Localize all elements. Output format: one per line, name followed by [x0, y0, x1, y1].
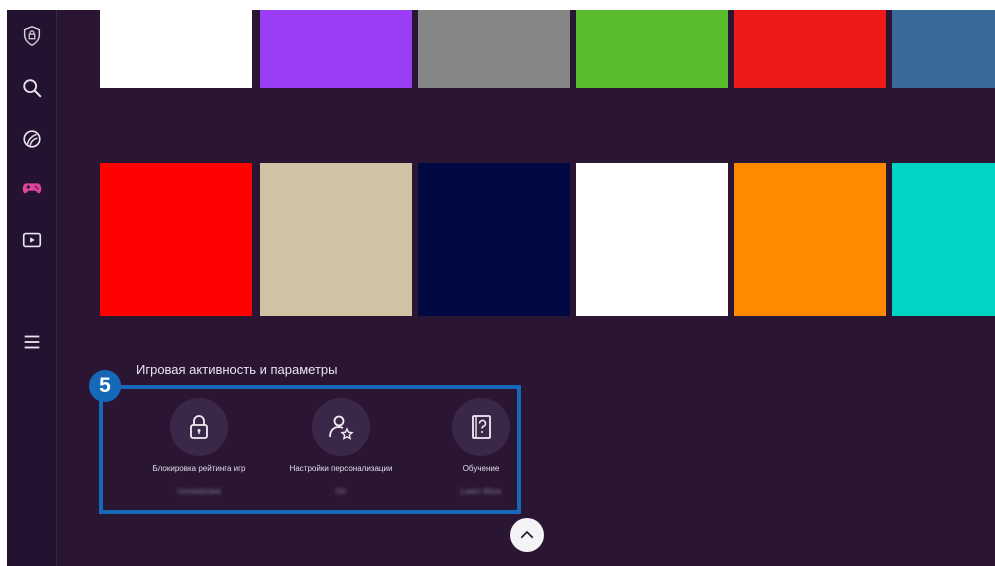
- game-tile[interactable]: [576, 10, 728, 88]
- game-tile[interactable]: [260, 163, 412, 316]
- lock-icon: [170, 398, 228, 456]
- setting-value: Unrestricted: [177, 487, 221, 496]
- game-tile[interactable]: [260, 10, 412, 88]
- setting-label: Обучение: [462, 464, 500, 473]
- section-title: Игровая активность и параметры: [136, 362, 338, 377]
- game-tile[interactable]: [576, 163, 728, 316]
- setting-tutorial[interactable]: Обучение Learn More: [406, 398, 556, 496]
- tv-screen: Игровая активность и параметры 5 Блокиро…: [7, 10, 995, 566]
- game-tile[interactable]: [892, 163, 995, 316]
- setting-game-rating-lock[interactable]: Блокировка рейтинга игр Unrestricted: [124, 398, 274, 496]
- game-tile[interactable]: [892, 10, 995, 88]
- media-icon[interactable]: [20, 228, 44, 252]
- chevron-up-icon: [520, 531, 534, 539]
- step-badge: 5: [89, 370, 121, 402]
- game-tile[interactable]: [734, 163, 886, 316]
- main-content: Игровая активность и параметры 5 Блокиро…: [57, 10, 995, 566]
- sidebar: [7, 10, 57, 566]
- scroll-up-button[interactable]: [510, 518, 544, 552]
- game-tile[interactable]: [418, 163, 570, 316]
- setting-personalization[interactable]: Настройки персонализации On: [266, 398, 416, 496]
- ambient-icon[interactable]: [20, 127, 44, 151]
- help-book-icon: [452, 398, 510, 456]
- user-star-icon: [312, 398, 370, 456]
- gamepad-icon[interactable]: [20, 176, 44, 200]
- menu-icon[interactable]: [20, 330, 44, 354]
- game-tile[interactable]: [734, 10, 886, 88]
- setting-value: On: [335, 487, 347, 496]
- game-tile[interactable]: [100, 10, 252, 88]
- game-tile[interactable]: [418, 10, 570, 88]
- setting-label: Настройки персонализации: [289, 464, 393, 473]
- game-tile[interactable]: [100, 163, 252, 316]
- search-icon[interactable]: [20, 76, 44, 100]
- setting-label: Блокировка рейтинга игр: [152, 464, 246, 473]
- privacy-shield-icon[interactable]: [20, 24, 44, 48]
- setting-value: Learn More: [460, 487, 502, 496]
